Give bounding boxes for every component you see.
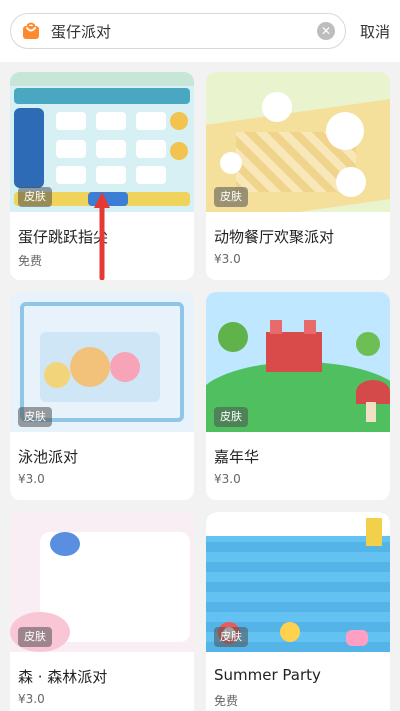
card-title-6: Summer Party [214,666,321,684]
card-title-5: 森 · 森林派对 [18,668,108,686]
badge-skin-4: 皮肤 [214,407,248,427]
cancel-button[interactable]: 取消 [360,21,390,42]
badge-skin-1: 皮肤 [18,187,52,207]
result-card-4[interactable]: 皮肤 嘉年华 ¥3.0 [206,292,390,500]
card-price-6: 免费 [214,694,239,708]
card-price-2: ¥3.0 [214,252,241,266]
badge-skin-6: 皮肤 [214,627,248,647]
upward-arrow-icon [94,192,110,280]
result-card-3[interactable]: 皮肤 泳池派对 ¥3.0 [10,292,194,500]
card-title-4: 嘉年华 [214,448,260,466]
card-price-4: ¥3.0 [214,472,241,486]
badge-skin-3: 皮肤 [18,407,52,427]
search-bar: 蛋仔派对 ✕ 取消 [0,0,400,62]
badge-skin-2: 皮肤 [214,187,248,207]
card-price-3: ¥3.0 [18,472,45,486]
card-title-3: 泳池派对 [18,448,79,466]
search-input[interactable]: 蛋仔派对 [51,21,317,42]
result-card-5[interactable]: 皮肤 森 · 森林派对 ¥3.0 [10,512,194,711]
card-price-1: 免费 [18,254,43,268]
result-card-6[interactable]: 皮肤 Summer Party 免费 [206,512,390,711]
shopping-bag-icon [23,22,39,39]
card-title-2: 动物餐厅欢聚派对 [214,228,335,246]
search-box[interactable]: 蛋仔派对 ✕ [10,13,346,49]
clear-icon[interactable]: ✕ [316,22,335,40]
card-price-5: ¥3.0 [18,692,45,706]
result-card-2[interactable]: 皮肤 动物餐厅欢聚派对 ¥3.0 [206,72,390,280]
badge-skin-5: 皮肤 [18,627,52,647]
